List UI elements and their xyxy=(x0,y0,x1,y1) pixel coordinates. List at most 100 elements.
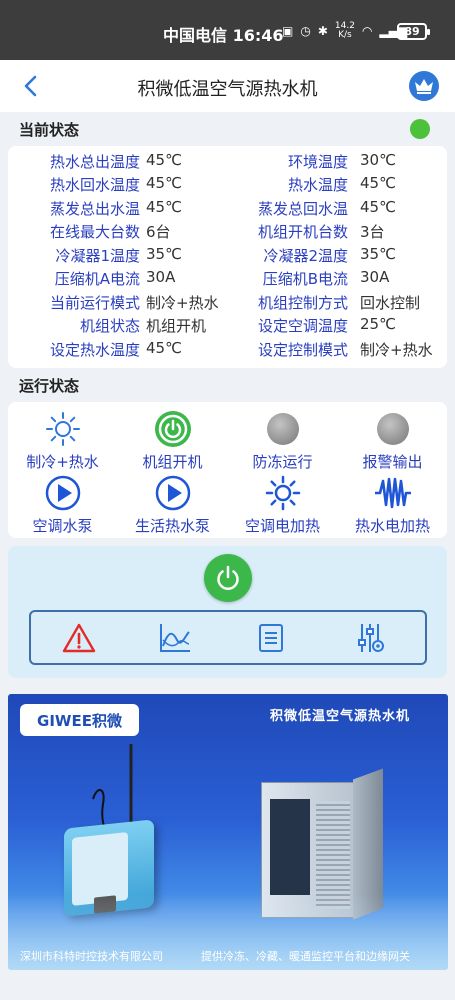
param-value: 45℃ xyxy=(146,198,182,216)
param-label: 设定控制模式 xyxy=(257,341,348,359)
indicator-label: 空调水泵 xyxy=(32,517,93,535)
param-value: 45℃ xyxy=(360,174,396,192)
param-value: 制冷+热水 xyxy=(146,294,219,312)
play-circle-icon xyxy=(44,474,82,512)
param-value: 30℃ xyxy=(360,151,396,169)
param-value: 45℃ xyxy=(146,339,182,357)
param-value: 30A xyxy=(360,268,390,286)
indicator-label: 热水电加热 xyxy=(354,517,430,535)
param-row: 在线最大台数 6台 机组开机台数 3台 xyxy=(8,221,447,244)
param-label: 机组开机台数 xyxy=(257,223,348,241)
param-value: 45℃ xyxy=(360,198,396,216)
param-label: 蒸发总出水温 xyxy=(49,200,140,218)
param-value: 制冷+热水 xyxy=(360,341,433,359)
parameter-panel: 热水总出温度 45℃ 环境温度 30℃ 热水回水温度 45℃ 热水温度 45℃ … xyxy=(8,146,447,368)
param-label: 在线最大台数 xyxy=(49,223,140,241)
indicator-alarm-output[interactable]: 报警输出 xyxy=(338,410,447,472)
param-row: 热水回水温度 45℃ 热水温度 45℃ xyxy=(8,174,447,197)
indicator-antifreeze[interactable]: 防冻运行 xyxy=(228,410,337,472)
sun-blue-icon xyxy=(264,474,302,512)
heater-coil-icon xyxy=(374,474,412,512)
param-row: 设定热水温度 45℃ 设定控制模式 制冷+热水 xyxy=(8,339,447,362)
nfc-icon: ▣ xyxy=(282,24,294,38)
param-row: 冷凝器1温度 35℃ 冷凝器2温度 35℃ xyxy=(8,245,447,268)
param-value: 45℃ xyxy=(146,151,182,169)
run-status-panel: 制冷+热水 机组开机 防冻运行 报警输出 空调水泵 生活热水泵 空调电加热 热水… xyxy=(8,402,447,538)
param-label: 热水温度 xyxy=(287,176,348,194)
battery-indicator: 89 xyxy=(397,23,430,40)
online-status-indicator xyxy=(410,119,430,139)
gray-dot-icon xyxy=(264,410,302,448)
network-speed: 14.2 K/s xyxy=(335,22,355,40)
param-label: 蒸发总回水温 xyxy=(257,200,348,218)
control-panel xyxy=(8,546,447,678)
param-label: 冷凝器2温度 xyxy=(263,247,348,265)
wifi-icon: ◠ xyxy=(361,24,373,38)
app-header: 积微低温空气源热水机 xyxy=(0,60,455,112)
param-label: 压缩机A电流 xyxy=(54,270,140,288)
indicator-label: 生活热水泵 xyxy=(134,517,210,535)
indicator-cooling-hotwater[interactable]: 制冷+热水 xyxy=(8,410,117,472)
param-row: 蒸发总出水温 45℃ 蒸发总回水温 45℃ xyxy=(8,198,447,221)
chart-icon[interactable] xyxy=(157,622,193,654)
param-label: 机组控制方式 xyxy=(257,294,348,312)
param-label: 热水总出温度 xyxy=(49,153,140,171)
indicator-label: 机组开机 xyxy=(142,453,203,471)
param-label: 设定空调温度 xyxy=(257,317,348,335)
power-icon xyxy=(217,565,239,590)
alarm-clock-icon: ◷ xyxy=(300,24,311,38)
system-status-bar: 中国电信 16:46 ▣ ◷ ✱ 14.2 K/s ◠ ▂▄▆ 89 xyxy=(0,0,455,60)
indicator-label: 制冷+热水 xyxy=(26,453,99,471)
company-name: 深圳市科特时控技术有限公司 xyxy=(20,950,163,963)
carrier-time: 中国电信 16:46 xyxy=(163,26,284,45)
speed-unit: K/s xyxy=(338,30,352,40)
sun-outline-icon xyxy=(44,410,82,448)
function-toolbar xyxy=(29,610,427,665)
run-status-title: 运行状态 xyxy=(19,377,80,395)
param-value: 45℃ xyxy=(146,174,182,192)
param-value: 3台 xyxy=(360,223,385,241)
banner-title: 积微低温空气源热水机 xyxy=(270,709,411,724)
company-slogan: 提供冷冻、冷藏、暖通监控平台和边缘网关 xyxy=(201,950,410,963)
param-value: 回水控制 xyxy=(360,294,421,312)
param-label: 压缩机B电流 xyxy=(262,270,348,288)
settings-sliders-icon[interactable] xyxy=(353,622,389,654)
param-label: 热水回水温度 xyxy=(49,176,140,194)
indicator-label: 防冻运行 xyxy=(252,453,313,471)
page-title: 积微低温空气源热水机 xyxy=(137,79,318,100)
indicator-ac-electric-heating[interactable]: 空调电加热 xyxy=(228,474,337,536)
list-icon[interactable] xyxy=(253,622,289,654)
param-label: 环境温度 xyxy=(287,153,348,171)
crown-icon[interactable] xyxy=(409,71,439,101)
indicator-domestic-hot-water-pump[interactable]: 生活热水泵 xyxy=(118,474,227,536)
param-row: 热水总出温度 45℃ 环境温度 30℃ xyxy=(8,151,447,174)
param-label: 机组状态 xyxy=(79,317,140,335)
param-value: 25℃ xyxy=(360,315,396,333)
param-row: 机组状态 机组开机 设定空调温度 25℃ xyxy=(8,315,447,338)
gray-dot-icon xyxy=(374,410,412,448)
param-value: 机组开机 xyxy=(146,317,207,335)
bluetooth-icon: ✱ xyxy=(317,24,328,38)
param-label: 设定热水温度 xyxy=(49,341,140,359)
promo-banner: GIWEE积微 积微低温空气源热水机 深圳市科特时控技术有限公司 提供冷冻、冷藏… xyxy=(8,694,448,970)
play-circle-icon xyxy=(154,474,192,512)
param-value: 35℃ xyxy=(360,245,396,263)
param-value: 35℃ xyxy=(146,245,182,263)
indicator-hot-water-electric-heating[interactable]: 热水电加热 xyxy=(338,474,447,536)
param-value: 30A xyxy=(146,268,176,286)
status-icons: ▣ ◷ ✱ 14.2 K/s ◠ ▂▄▆ xyxy=(282,22,407,40)
power-green-icon xyxy=(154,410,192,448)
indicator-unit-on[interactable]: 机组开机 xyxy=(118,410,227,472)
alarm-icon[interactable] xyxy=(61,622,97,654)
power-button[interactable] xyxy=(204,554,252,602)
param-label: 冷凝器1温度 xyxy=(55,247,140,265)
indicator-label: 空调电加热 xyxy=(244,517,320,535)
indicator-label: 报警输出 xyxy=(362,453,423,471)
indicator-ac-water-pump[interactable]: 空调水泵 xyxy=(8,474,117,536)
current-status-title: 当前状态 xyxy=(19,121,80,139)
brand-logo: GIWEE积微 xyxy=(20,704,139,736)
param-value: 6台 xyxy=(146,223,171,241)
param-row: 压缩机A电流 30A 压缩机B电流 30A xyxy=(8,268,447,291)
param-row: 当前运行模式 制冷+热水 机组控制方式 回水控制 xyxy=(8,292,447,315)
param-label: 当前运行模式 xyxy=(49,294,140,312)
